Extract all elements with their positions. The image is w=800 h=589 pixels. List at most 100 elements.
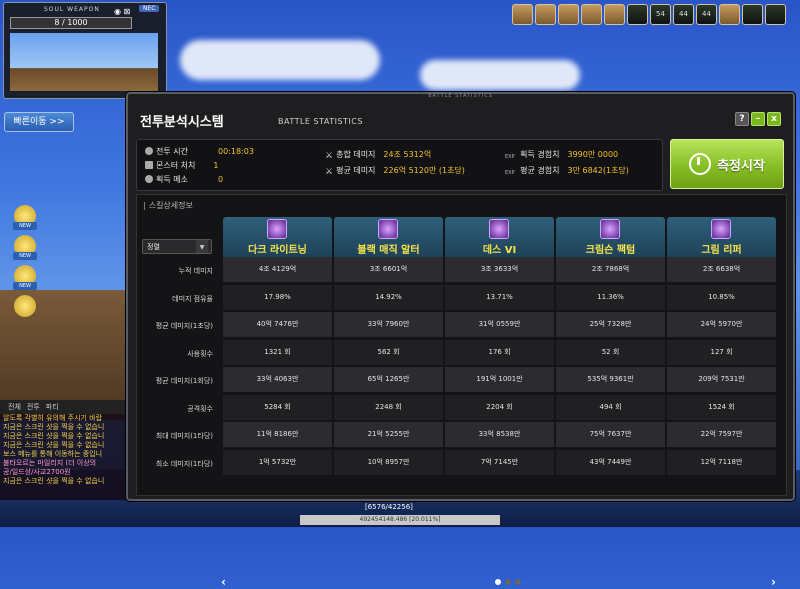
page-dot[interactable] — [515, 579, 521, 585]
chat-line: 공/일드상/사교2700원 — [3, 468, 71, 476]
page-indicator — [495, 579, 521, 585]
avg-damage-label: 평균 데미지 — [336, 166, 376, 175]
window-title: 전투분석시스템 — [140, 115, 224, 130]
pet-icon[interactable] — [512, 4, 533, 25]
sort-dropdown[interactable]: 정렬 ▼ — [142, 239, 212, 254]
new-badge: NEW — [13, 252, 37, 260]
skill-icon — [489, 219, 509, 239]
buff-icon[interactable] — [742, 4, 763, 25]
skill-column-header[interactable]: 그림 리퍼 — [667, 217, 776, 257]
skill-stat-cell: 13.71% — [445, 284, 554, 310]
skill-stat-cell: 562 회 — [334, 339, 443, 365]
chat-tabs: 전체 전투 파티 — [0, 400, 130, 414]
skill-name: 블랙 매직 알터 — [357, 245, 420, 256]
page-dot[interactable] — [505, 579, 511, 585]
skill-stat-cell: 25억 7328만 — [556, 312, 665, 337]
skill-name: 그림 리퍼 — [701, 245, 742, 256]
buff-icon[interactable] — [765, 4, 786, 25]
skill-stat-cell: 2조 6638억 — [667, 257, 776, 282]
close-button[interactable]: x — [767, 112, 781, 126]
buff-icon[interactable] — [581, 4, 602, 25]
minimap-controls-icon[interactable]: ◉ ⊠ — [114, 7, 130, 16]
meso-value: 0 — [217, 175, 224, 184]
skill-name: 다크 라이트닝 — [248, 245, 307, 256]
stat-row-label: 사용횟수 — [187, 349, 213, 358]
skill-stat-cell: 17.98% — [223, 284, 332, 310]
skill-column-header[interactable]: 데스 VI — [445, 217, 554, 257]
exp-icon: EXP — [505, 154, 515, 160]
chat-window[interactable]: 전체 전투 파티 알도록 각별히 유의해 주시기 바랍 지금은 스크린 샷을 찍… — [0, 400, 130, 500]
skill-column-header[interactable]: 크림슨 팩텀 — [556, 217, 665, 257]
skill-stat-cell: 494 회 — [556, 394, 665, 420]
battle-statistics-window[interactable]: BATTLE STATISTICS 전투분석시스템 BATTLE STATIST… — [126, 92, 795, 589]
avg-damage-value: 226억 5120만 (1초당) — [383, 166, 465, 175]
skill-icon — [378, 219, 398, 239]
soul-gauge-text: 8 / 1000 — [54, 18, 88, 27]
skill-stat-cell: 75억 7637만 — [556, 422, 665, 447]
buff-counter-icon[interactable]: 44 — [696, 4, 717, 25]
skill-detail-title: 스킬상세정보 — [143, 200, 193, 211]
stat-row-label: 공격횟수 — [187, 404, 213, 413]
help-button[interactable]: ? — [735, 112, 749, 126]
stat-row-label: 최소 데미지(1타당) — [155, 459, 213, 468]
chat-line: 불타오르는 마일리지 (더 이상의 — [3, 459, 97, 467]
start-measure-label: 측정시작 — [717, 158, 765, 174]
total-damage-value: 24조 5312억 — [383, 150, 432, 159]
chat-tab-battle[interactable]: 전투 — [27, 402, 40, 412]
window-buttons: ? – x — [735, 112, 781, 126]
total-damage-label: 총합 데미지 — [336, 150, 376, 159]
meso-icon — [145, 175, 153, 183]
pet-icon[interactable] — [558, 4, 579, 25]
chat-line: 지금은 스크린 샷을 찍을 수 없습니 — [3, 441, 105, 449]
stat-row-label: 최대 데미지(1타당) — [155, 432, 213, 440]
pet-icon[interactable] — [535, 4, 556, 25]
buff-counter-icon[interactable]: 54 — [650, 4, 671, 25]
cloud — [180, 40, 380, 80]
buff-icon[interactable] — [719, 4, 740, 25]
skill-stat-cell: 21억 5255만 — [334, 422, 443, 447]
chat-line: 지금은 스크린 샷을 찍을 수 없습니 — [3, 477, 105, 485]
clock-icon — [145, 147, 153, 155]
skill-icon — [711, 219, 731, 239]
next-page-arrow[interactable]: › — [771, 575, 776, 589]
skill-stat-cell: 176 회 — [445, 339, 554, 365]
buff-icon[interactable] — [627, 4, 648, 25]
meso-label: 획득 메소 — [156, 175, 188, 184]
exp-avg-value: 3만 6842(1초당) — [567, 166, 629, 175]
battle-time-stat: 전투 시간 00:18:03 — [145, 146, 254, 157]
skill-column-header[interactable]: 블랙 매직 알터 — [334, 217, 443, 257]
minimap-view[interactable] — [10, 33, 158, 91]
prev-page-arrow[interactable]: ‹ — [221, 575, 226, 589]
chat-tab-party[interactable]: 파티 — [46, 402, 59, 412]
sort-label: 정렬 — [147, 243, 160, 251]
page-dot[interactable] — [495, 579, 501, 585]
minimap-title: SOUL WEAPON — [44, 6, 100, 13]
chat-line: 보스 메뉴를 통해 이동하는 중입니 — [3, 450, 103, 458]
chat-tab-all[interactable]: 전체 — [8, 402, 21, 412]
window-header[interactable]: 전투분석시스템 BATTLE STATISTICS ? – x — [128, 104, 789, 134]
buff-counter-icon[interactable]: 44 — [673, 4, 694, 25]
exp-icon: EXP — [505, 170, 515, 176]
minimize-button[interactable]: – — [751, 112, 765, 126]
meso-stat: 획득 메소 0 — [145, 174, 223, 185]
skill-stat-cell: 4조 4129억 — [223, 257, 332, 282]
start-measure-button[interactable]: 측정시작 — [670, 139, 784, 189]
minimap-badge[interactable]: NEC — [139, 5, 160, 12]
quick-move-button[interactable]: 빠른이동 >> — [4, 112, 74, 132]
skill-stat-cell: 209억 7531만 — [667, 367, 776, 392]
minimap[interactable]: SOUL WEAPON NEC ◉ ⊠ 8 / 1000 — [3, 2, 167, 99]
stat-row-label: 누적 데미지 — [178, 267, 213, 275]
total-damage-stat: ⚔ 총합 데미지 24조 5312억 — [325, 149, 431, 161]
skill-stat-cell: 11.36% — [556, 284, 665, 310]
skill-column-header[interactable]: 다크 라이트닝 — [223, 217, 332, 257]
skill-stat-cell: 33억 7960만 — [334, 312, 443, 337]
chat-line: 지금은 스크린 샷을 찍을 수 없습니 — [3, 432, 105, 440]
exp-gain-value: 3990만 0000 — [567, 150, 619, 159]
event-icon[interactable] — [14, 295, 36, 317]
exp-avg-stat: EXP 평균 경험치 3만 6842(1초당) — [505, 165, 629, 176]
buff-icon[interactable] — [604, 4, 625, 25]
skill-stat-cell: 3조 3633억 — [445, 257, 554, 282]
monster-stat: 몬스터 처치 1 — [145, 160, 218, 171]
window-caption: BATTLE STATISTICS — [428, 93, 493, 99]
skill-stat-cell: 10.85% — [667, 284, 776, 310]
